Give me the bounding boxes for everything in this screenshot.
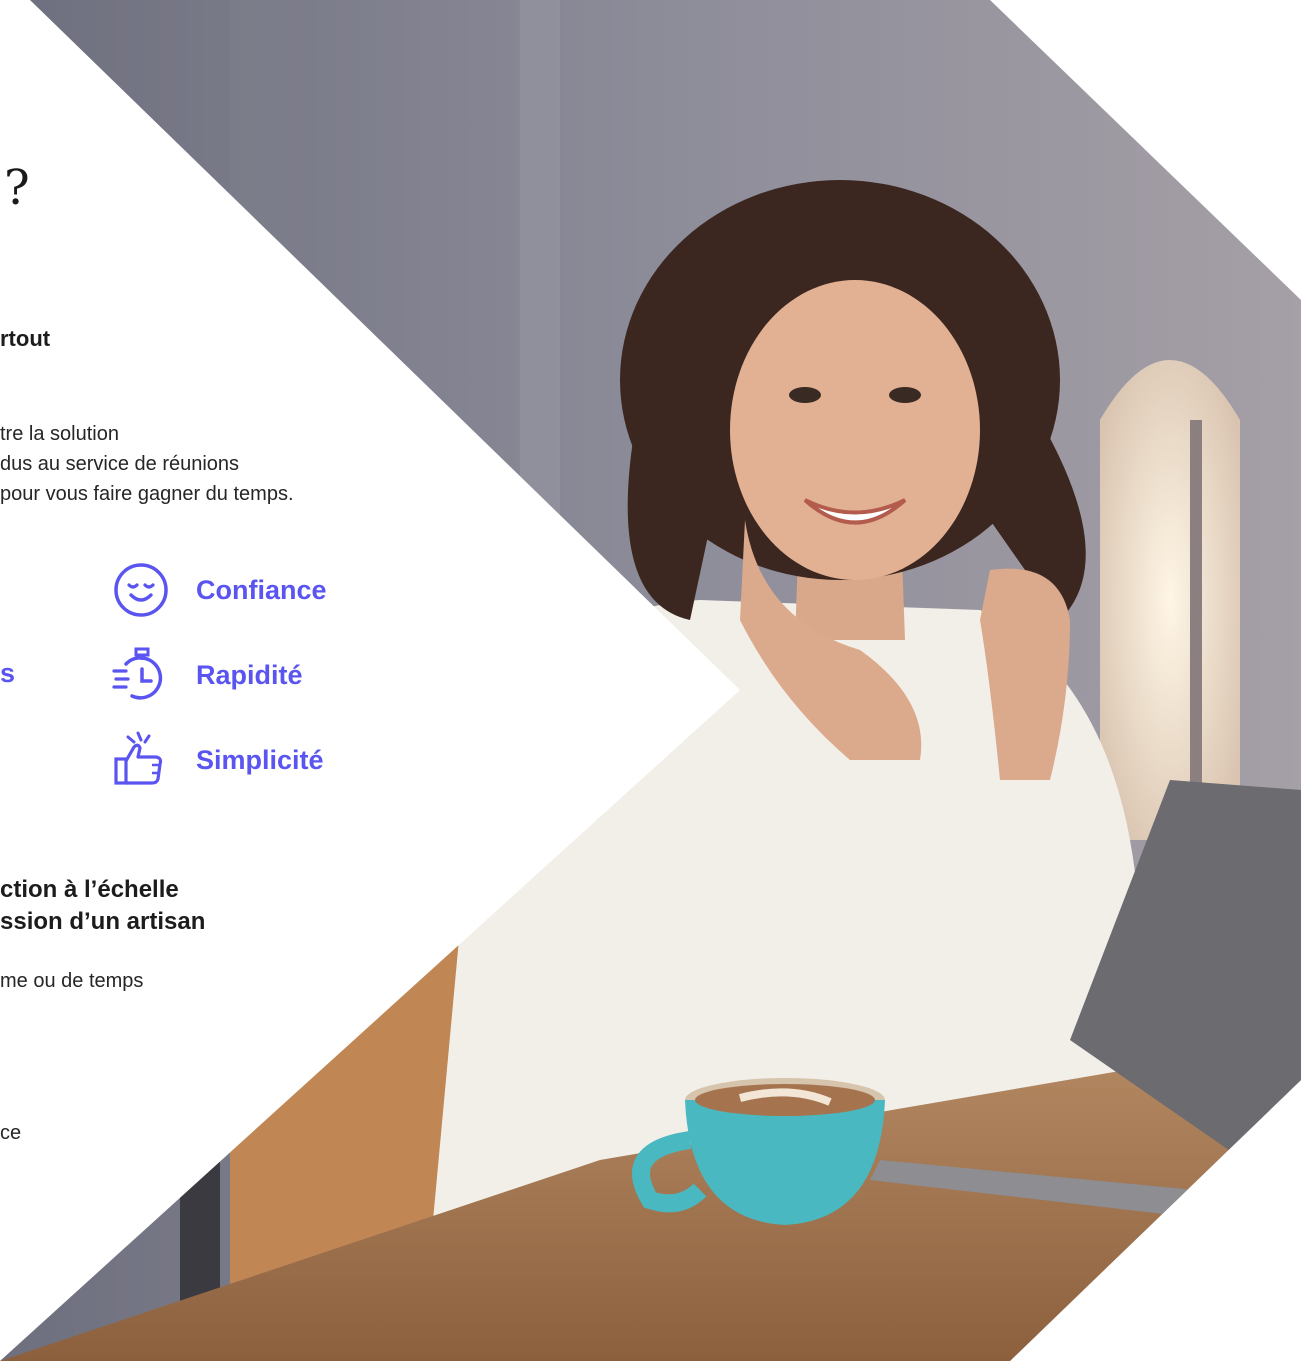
heading-line: ssion d’un artisan — [0, 908, 206, 935]
trailing-paragraph: ce — [0, 1118, 21, 1148]
feature-simplicite: Simplicité — [112, 729, 324, 791]
smile-icon — [112, 559, 174, 621]
cut-feature-label: s — [0, 658, 16, 688]
heading-line: ction à l’échelle — [0, 876, 179, 903]
paragraph-line: ce — [0, 1122, 22, 1144]
section-heading-top: rtout — [0, 326, 51, 351]
feature-label: Simplicité — [196, 744, 324, 775]
stopwatch-icon — [112, 644, 174, 706]
feature-label: Rapidité — [196, 659, 303, 690]
intro-line: dus au service de réunions — [0, 453, 240, 475]
heading-question-mark: ? — [4, 160, 30, 216]
intro-line: pour vous faire gagner du temps. — [0, 483, 294, 505]
feature-label: Confiance — [196, 574, 327, 605]
thumbs-up-icon — [112, 729, 174, 791]
feature-confiance: Confiance — [112, 559, 327, 621]
intro-paragraph: tre la solution dus au service de réunio… — [0, 419, 294, 509]
paragraph-line: me ou de temps — [0, 970, 144, 992]
artisan-paragraph: me ou de temps — [0, 966, 143, 996]
intro-line: tre la solution — [0, 423, 119, 445]
section-heading-artisan: ction à l’échelle ssion d’un artisan — [0, 874, 205, 938]
hero-content: ? rtout tre la solution dus au service d… — [0, 0, 1301, 1361]
feature-rapidite: Rapidité — [112, 644, 303, 706]
